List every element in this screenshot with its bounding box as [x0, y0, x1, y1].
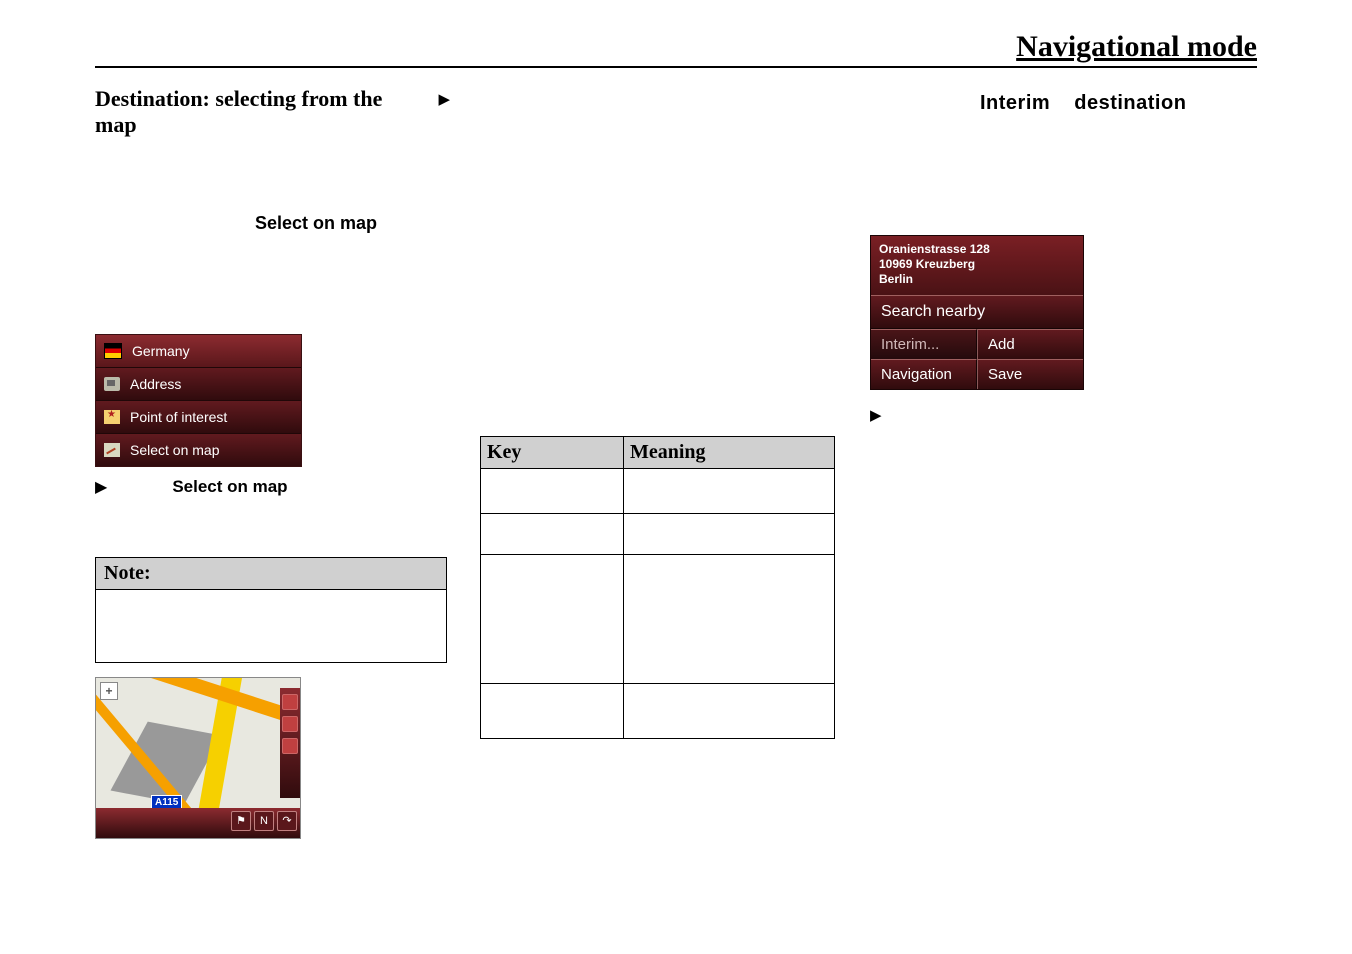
arrow-right-icon: ▶	[95, 477, 107, 497]
menu-select-on-map-label: Select on map	[130, 442, 220, 458]
map-footer-icon[interactable]: ↷	[277, 811, 297, 831]
map-footer-icon[interactable]: ⚑	[231, 811, 251, 831]
addr-line-1: Oranienstrasse 128	[879, 242, 1075, 257]
poi-icon	[104, 410, 120, 424]
select-on-map-label: Select on map	[255, 213, 450, 234]
menu-poi-label: Point of interest	[130, 409, 227, 425]
search-nearby-button[interactable]: Search nearby	[871, 295, 1083, 329]
menu-select-on-map[interactable]: Select on map	[96, 434, 301, 466]
menu-country-label: Germany	[132, 343, 190, 359]
popup-address: Oranienstrasse 128 10969 Kreuzberg Berli…	[871, 236, 1083, 295]
note-body	[96, 590, 446, 662]
select-on-map-inline-label: Select on map	[172, 477, 287, 497]
map-tool-icon[interactable]	[282, 738, 298, 754]
save-button[interactable]: Save	[977, 359, 1083, 389]
page-title: Navigational mode	[95, 30, 1257, 64]
select-on-map-icon	[104, 443, 120, 457]
note-heading: Note:	[96, 558, 446, 590]
table-row	[481, 684, 835, 739]
addr-line-3: Berlin	[879, 272, 1075, 287]
map-side-toolbar[interactable]	[280, 688, 300, 798]
address-icon	[104, 377, 120, 391]
page-header: Navigational mode	[95, 30, 1257, 68]
navigation-button[interactable]: Navigation	[871, 359, 977, 389]
add-button[interactable]: Add	[977, 329, 1083, 359]
menu-poi[interactable]: Point of interest	[96, 401, 301, 434]
destination-popup: Oranienstrasse 128 10969 Kreuzberg Berli…	[870, 235, 1084, 390]
table-row	[481, 469, 835, 514]
flag-germany-icon	[104, 343, 122, 359]
arrow-right-icon: ▶	[870, 406, 1257, 424]
key-meaning-table: Key Meaning	[480, 436, 835, 739]
interim-button[interactable]: Interim...	[871, 329, 977, 359]
menu-address-label: Address	[130, 376, 181, 392]
map-compass-icon[interactable]: N	[254, 811, 274, 831]
table-row	[481, 555, 835, 684]
table-row	[481, 514, 835, 555]
key-header: Key	[481, 437, 624, 469]
menu-address[interactable]: Address	[96, 368, 301, 401]
zoom-in-icon[interactable]: +	[100, 682, 118, 700]
note-box: Note:	[95, 557, 447, 663]
arrow-right-icon: ▶	[438, 90, 450, 108]
left-section-heading: Destination: selecting from the map	[95, 86, 408, 138]
map-tool-icon[interactable]	[282, 694, 298, 710]
addr-line-2: 10969 Kreuzberg	[879, 257, 1075, 272]
map-thumbnail[interactable]: + A115 ⚑ N ↷	[95, 677, 301, 839]
map-footer-toolbar[interactable]: ⚑ N ↷	[96, 808, 300, 838]
map-tool-icon[interactable]	[282, 716, 298, 732]
meaning-header: Meaning	[624, 437, 835, 469]
right-section-heading: Interim destination	[980, 92, 1257, 115]
menu-country[interactable]: Germany	[96, 335, 301, 368]
destination-menu: Germany Address Point of interest Select…	[95, 334, 302, 467]
